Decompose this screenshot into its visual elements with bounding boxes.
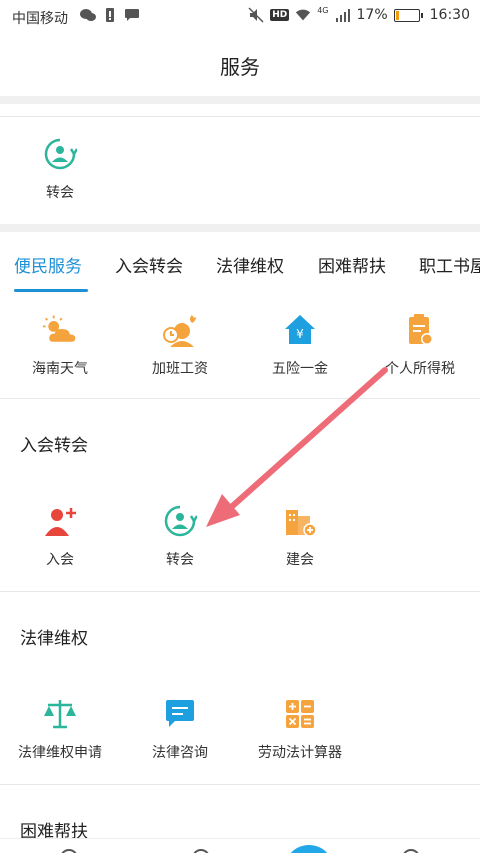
service-label: 个人所得税: [385, 361, 455, 377]
battery-percent: 17%: [356, 7, 388, 23]
status-bar: 中国移动 HD 4G 17% 16:30: [0, 0, 480, 34]
join-union-icon: [42, 503, 78, 539]
chat-bubble-icon: [162, 696, 198, 732]
service-overtime-pay[interactable]: 加班工资: [120, 312, 240, 378]
weather-icon: [42, 312, 78, 348]
wifi-icon: [295, 7, 311, 23]
service-income-tax[interactable]: 个人所得税: [360, 312, 480, 378]
service-label: 入会: [46, 552, 74, 568]
active-tab-indicator: [14, 289, 88, 292]
section-title: 入会转会: [20, 436, 88, 456]
service-legal-application[interactable]: 法律维权申请: [0, 696, 120, 762]
income-tax-icon: [402, 312, 438, 348]
signal-icon: [335, 7, 351, 23]
tab-legal-rights[interactable]: 法律维权: [216, 252, 284, 277]
battery-icon: [393, 8, 423, 22]
service-label: 劳动法计算器: [258, 745, 342, 761]
category-tabs: 便民服务 入会转会 法律维权 困难帮扶 职工书屋: [0, 232, 480, 294]
clock: 16:30: [429, 7, 470, 23]
tab-worker-library[interactable]: 职工书屋: [419, 252, 480, 277]
service-label: 法律咨询: [152, 745, 208, 761]
message-icon: [124, 7, 140, 23]
service-label: 转会: [166, 552, 194, 568]
svg-text:¥: ¥: [296, 327, 304, 341]
mute-icon: [248, 7, 264, 23]
service-build-union[interactable]: 建会: [240, 503, 360, 569]
page-title: 服务: [220, 54, 260, 79]
carrier-name: 中国移动: [12, 11, 68, 27]
bottom-navigation: [0, 838, 480, 853]
transfer-membership-icon: [162, 503, 198, 539]
service-insurance-fund[interactable]: ¥ 五险一金: [240, 312, 360, 378]
section-title: 法律维权: [20, 629, 88, 649]
recent-item-label: 转会: [46, 185, 74, 201]
scales-icon: [42, 696, 78, 732]
transfer-membership-icon: [42, 136, 78, 172]
profile-tab-icon[interactable]: [402, 849, 420, 853]
build-union-icon: [282, 503, 318, 539]
legal-rights-section: 法律维权 法律维权申请 法律咨询 劳动法计算器: [0, 592, 480, 784]
tab-join-transfer[interactable]: 入会转会: [115, 252, 183, 277]
overtime-pay-icon: [162, 312, 198, 348]
service-label: 加班工资: [152, 361, 208, 377]
hd-icon: HD: [270, 9, 290, 21]
recent-item-transfer[interactable]: 转会: [0, 136, 120, 202]
status-right: HD 4G 17% 16:30: [248, 5, 470, 23]
service-label: 五险一金: [272, 361, 328, 377]
community-tab-icon[interactable]: [192, 849, 210, 853]
service-label: 海南天气: [32, 361, 88, 377]
service-legal-consult[interactable]: 法律咨询: [120, 696, 240, 762]
home-tab-icon[interactable]: [60, 849, 78, 853]
notification-icons: [80, 7, 140, 23]
divider: [0, 224, 480, 232]
wechat-icon: [80, 7, 96, 23]
join-transfer-section: 入会转会 入会 转会 建会: [0, 399, 480, 591]
service-transfer-membership[interactable]: 转会: [120, 503, 240, 569]
network-type: 4G: [317, 5, 329, 15]
recent-services: 转会: [0, 118, 480, 222]
alert-icon: [102, 7, 118, 23]
tab-convenience[interactable]: 便民服务: [14, 252, 82, 277]
tab-hardship[interactable]: 困难帮扶: [318, 252, 386, 277]
hardship-section: 困难帮扶: [0, 785, 480, 845]
service-label: 法律维权申请: [18, 745, 102, 761]
service-join-union[interactable]: 入会: [0, 503, 120, 569]
insurance-fund-icon: ¥: [282, 312, 318, 348]
divider: [0, 116, 480, 117]
center-action-button[interactable]: [284, 845, 334, 853]
convenience-services: 海南天气 加班工资 ¥ 五险一金 个人所得税: [0, 294, 480, 398]
service-weather[interactable]: 海南天气: [0, 312, 120, 378]
service-labor-calculator[interactable]: 劳动法计算器: [240, 696, 360, 762]
calculator-icon: [282, 696, 318, 732]
divider: [0, 96, 480, 104]
service-label: 建会: [286, 552, 314, 568]
